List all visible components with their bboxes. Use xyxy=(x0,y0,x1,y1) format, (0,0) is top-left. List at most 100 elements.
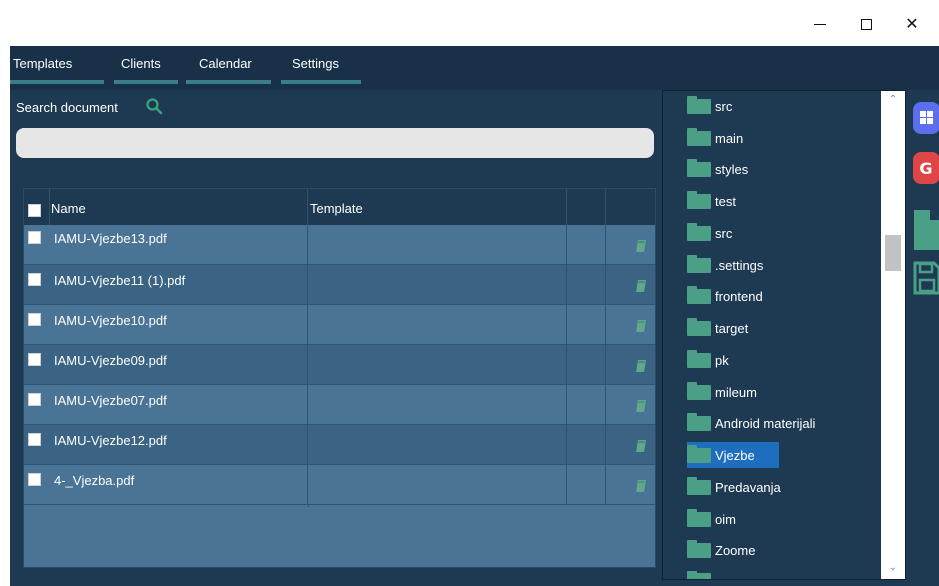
row-checkbox[interactable] xyxy=(28,353,41,366)
tree-item[interactable]: test xyxy=(687,188,736,214)
cell-empty xyxy=(567,305,606,345)
tab-settings[interactable]: Settings xyxy=(281,46,361,90)
table-row[interactable]: IAMU-Vjezbe09.pdf xyxy=(24,345,655,385)
tree-item[interactable]: styles xyxy=(687,156,748,182)
folder-icon xyxy=(687,476,711,495)
table-row[interactable]: IAMU-Vjezbe12.pdf xyxy=(24,425,655,465)
tree-item[interactable]: pk xyxy=(687,347,729,373)
tree-item-label: pk xyxy=(715,352,729,368)
table-row[interactable]: 4-_Vjezba.pdf xyxy=(24,465,655,505)
column-header-name[interactable]: Name xyxy=(50,189,308,225)
table-row[interactable]: IAMU-Vjezbe07.pdf xyxy=(24,385,655,425)
book-icon[interactable] xyxy=(635,279,647,293)
row-checkbox[interactable] xyxy=(28,313,41,326)
cell-name: IAMU-Vjezbe11 (1).pdf xyxy=(24,265,308,305)
tab-templates[interactable]: Templates xyxy=(10,46,104,90)
book-icon[interactable] xyxy=(635,359,647,373)
tree-item-label: .settings xyxy=(715,257,764,273)
tab-label: Calendar xyxy=(199,56,252,71)
book-icon[interactable] xyxy=(635,399,647,413)
tree-item[interactable]: Android materijali xyxy=(687,410,815,436)
tree-item-selected[interactable]: Vjezbe xyxy=(687,442,779,468)
tree-item[interactable]: target xyxy=(687,315,748,341)
cell-name: IAMU-Vjezbe10.pdf xyxy=(24,305,308,345)
tree-item[interactable]: src xyxy=(687,220,732,246)
scroll-thumb[interactable] xyxy=(885,235,901,271)
column-header-template[interactable]: Template xyxy=(308,189,567,225)
tab-underline xyxy=(10,80,104,84)
tab-label: Clients xyxy=(121,56,161,71)
search-label: Search document xyxy=(16,100,118,115)
tree-item-label: oim xyxy=(715,511,736,527)
cell-template[interactable] xyxy=(308,385,567,425)
cell-template[interactable] xyxy=(308,465,567,505)
save-icon[interactable] xyxy=(912,260,939,296)
tab-calendar[interactable]: Calendar xyxy=(186,46,271,90)
cell-name: IAMU-Vjezbe12.pdf xyxy=(24,425,308,465)
book-icon[interactable] xyxy=(635,479,647,493)
cell-template[interactable] xyxy=(308,265,567,305)
search-input[interactable] xyxy=(16,128,654,158)
search-icon[interactable] xyxy=(145,97,163,115)
file-name: IAMU-Vjezbe11 (1).pdf xyxy=(54,273,186,288)
tree-item[interactable]: Zoome xyxy=(687,537,755,563)
table-empty-area xyxy=(24,505,655,567)
cell-empty xyxy=(567,345,606,385)
cell-empty xyxy=(567,225,606,265)
side-toolbar: G xyxy=(906,90,939,586)
folder-icon xyxy=(687,571,711,579)
cell-template[interactable] xyxy=(308,225,567,265)
tree-item[interactable]: src xyxy=(687,93,732,119)
cell-empty xyxy=(567,385,606,425)
table-row[interactable]: IAMU-Vjezbe10.pdf xyxy=(24,305,655,345)
tree-item[interactable]: mileum xyxy=(687,379,757,405)
folder-icon xyxy=(687,317,711,336)
book-icon[interactable] xyxy=(635,319,647,333)
minimize-button[interactable] xyxy=(797,8,843,40)
cell-template[interactable] xyxy=(308,345,567,385)
book-icon[interactable] xyxy=(635,239,647,253)
documents-table: Name Template IAMU-Vjezbe13.pdf IAMU-Vje… xyxy=(23,188,656,568)
row-checkbox[interactable] xyxy=(28,231,41,244)
folder-tree: src main styles test src .settings front… xyxy=(662,90,906,580)
row-checkbox[interactable] xyxy=(28,273,41,286)
row-checkbox[interactable] xyxy=(28,433,41,446)
tab-clients[interactable]: Clients xyxy=(114,46,178,90)
tree-item-label: Vjezbe xyxy=(715,447,755,463)
tree-item-label: src xyxy=(715,225,733,241)
close-button[interactable]: ✕ xyxy=(889,8,935,40)
tree-item[interactable]: Predavanja xyxy=(687,474,781,500)
maximize-button[interactable] xyxy=(843,8,889,40)
windows-icon[interactable] xyxy=(912,100,939,136)
book-icon[interactable] xyxy=(635,439,647,453)
folder-icon xyxy=(687,444,711,463)
folder-icon xyxy=(687,381,711,400)
folder-icon xyxy=(687,508,711,527)
new-file-icon[interactable] xyxy=(912,208,939,250)
folder-icon xyxy=(687,254,711,273)
tree-item[interactable]: oim xyxy=(687,506,736,532)
tree-item[interactable]: main xyxy=(687,125,743,151)
google-icon[interactable]: G xyxy=(912,150,939,186)
scroll-up-icon[interactable]: ⌃ xyxy=(881,91,905,109)
cell-empty xyxy=(567,265,606,305)
tab-underline xyxy=(186,80,271,84)
tree-item-label: frontend xyxy=(715,288,763,304)
folder-icon xyxy=(687,222,711,241)
select-all-checkbox[interactable] xyxy=(28,204,41,217)
tree-item-label: mileum xyxy=(715,384,757,400)
tree-item[interactable]: .settings xyxy=(687,252,763,278)
table-row[interactable]: IAMU-Vjezbe13.pdf xyxy=(24,225,655,265)
scroll-down-icon[interactable]: ⌄ xyxy=(881,559,905,577)
file-name: IAMU-Vjezbe12.pdf xyxy=(54,433,167,448)
cell-template[interactable] xyxy=(308,305,567,345)
row-checkbox[interactable] xyxy=(28,393,41,406)
cell-template[interactable] xyxy=(308,425,567,465)
table-row[interactable]: IAMU-Vjezbe11 (1).pdf xyxy=(24,265,655,305)
tree-scrollbar[interactable]: ⌃ ⌄ xyxy=(881,91,905,579)
tree-item[interactable]: frontend xyxy=(687,283,763,309)
folder-icon xyxy=(687,95,711,114)
maximize-icon xyxy=(860,19,872,30)
window-titlebar: ✕ xyxy=(0,0,939,46)
row-checkbox[interactable] xyxy=(28,473,41,486)
